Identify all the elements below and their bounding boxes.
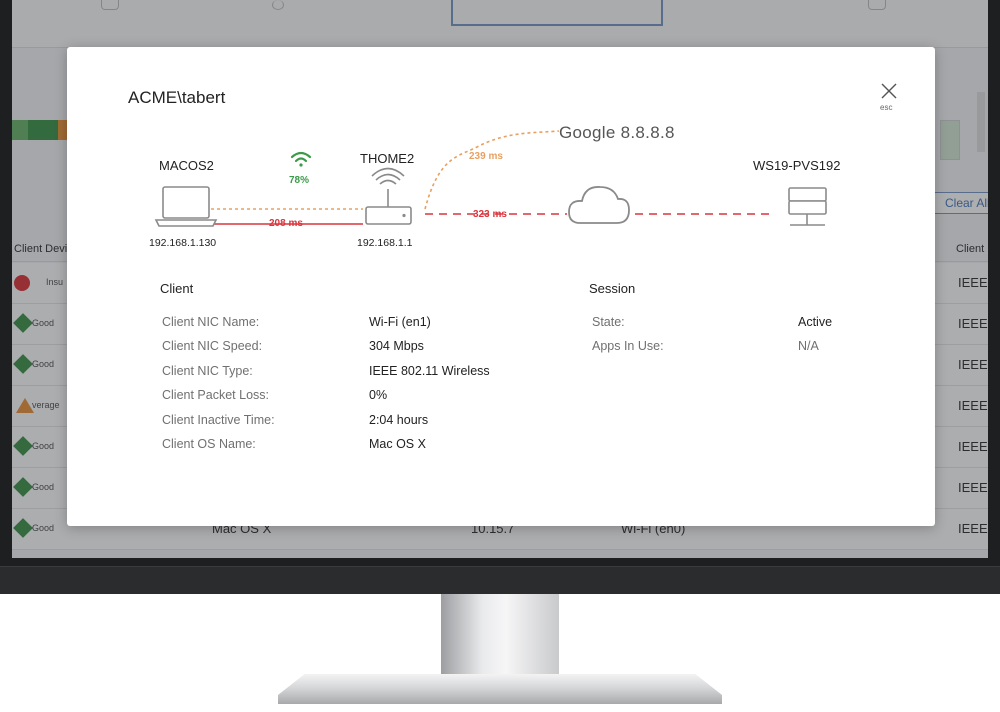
monitor-stand-base	[278, 674, 722, 704]
path-router-google	[424, 130, 560, 210]
latency-router-google: 239 ms	[469, 151, 503, 162]
client-nic-speed-value: 304 Mbps	[369, 339, 424, 353]
client-os-name-value: Mac OS X	[369, 437, 426, 451]
client-nic-name-value: Wi-Fi (en1)	[369, 315, 431, 329]
session-state-value: Active	[798, 315, 833, 329]
session-detail-modal: ACME\tabert esc MACOS2 192.168.1.130 78%…	[67, 47, 935, 526]
latency-router-server: 323 ms	[473, 209, 507, 220]
client-section-title: Client	[160, 281, 194, 296]
router-ip: 192.168.1.1	[357, 237, 413, 249]
client-ip: 192.168.1.130	[149, 237, 217, 249]
client-packet-loss-label: Client Packet Loss:	[162, 388, 269, 402]
laptop-icon	[154, 186, 218, 227]
client-os-name-label: Client OS Name:	[162, 437, 256, 451]
latency-client-router: 208 ms	[269, 218, 303, 229]
client-packet-loss-value: 0%	[369, 388, 388, 402]
client-device-name: MACOS2	[159, 158, 214, 173]
router-name: THOME2	[360, 151, 415, 166]
session-state-label: State:	[592, 315, 625, 329]
client-nic-type-value: IEEE 802.11 Wireless	[369, 364, 490, 378]
apps-in-use-value: N/A	[798, 339, 819, 353]
client-inactive-time-value: 2:04 hours	[369, 413, 429, 427]
client-nic-speed-label: Client NIC Speed:	[162, 339, 263, 353]
wifi-icon	[290, 151, 312, 167]
server-name: WS19-PVS192	[753, 158, 841, 173]
wifi-signal-strength: 78%	[289, 175, 310, 186]
google-dns-label: Google 8.8.8.8	[559, 123, 675, 142]
client-nic-type-label: Client NIC Type:	[162, 364, 253, 378]
client-inactive-time-label: Client Inactive Time:	[162, 413, 275, 427]
screen: Clear All F Client Devic Client Insu IEE…	[12, 0, 988, 558]
cloud-icon	[568, 186, 630, 224]
session-section-title: Session	[589, 281, 636, 296]
server-icon	[788, 187, 827, 226]
client-nic-name-label: Client NIC Name:	[162, 315, 260, 329]
apps-in-use-label: Apps In Use:	[592, 339, 664, 353]
router-icon	[365, 167, 412, 225]
monitor-chin	[0, 566, 1000, 594]
monitor-stand-neck	[441, 594, 559, 674]
